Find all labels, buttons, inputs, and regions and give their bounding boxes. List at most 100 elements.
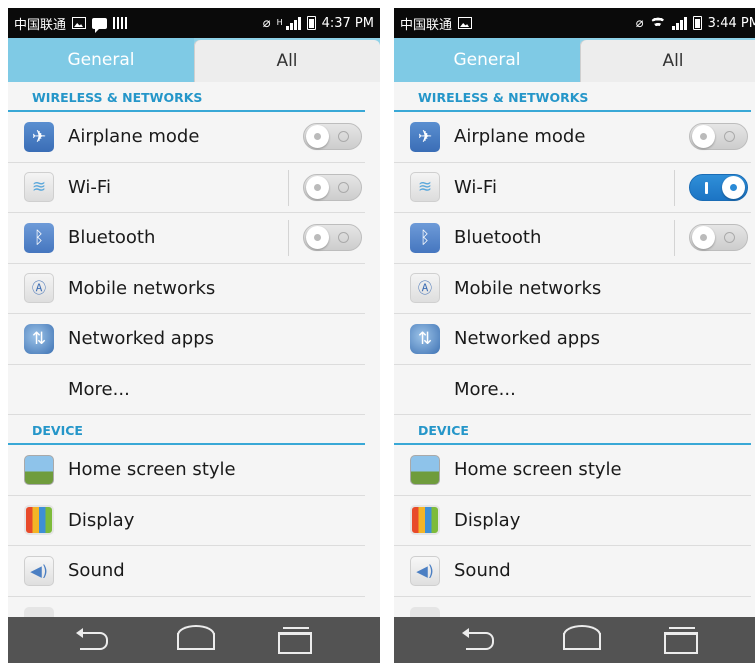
home-screen-icon bbox=[410, 454, 440, 485]
antenna-icon: Ⓐ bbox=[410, 273, 440, 304]
antenna-icon: Ⓐ bbox=[24, 273, 54, 304]
row-label: Sound bbox=[454, 560, 511, 582]
row-divider bbox=[288, 220, 289, 256]
row-label: Mobile networks bbox=[68, 277, 216, 299]
recent-apps-icon[interactable] bbox=[274, 627, 314, 654]
section-header-wireless: WIRELESS & NETWORKS bbox=[8, 82, 365, 112]
row-more[interactable]: More... bbox=[8, 365, 365, 415]
row-label: Networked apps bbox=[454, 328, 600, 350]
row-mobile-networks[interactable]: Ⓐ Mobile networks bbox=[8, 264, 365, 314]
mute-icon: ⌀ bbox=[262, 15, 271, 31]
row-home-screen-style[interactable]: Home screen style bbox=[8, 445, 365, 496]
row-wifi[interactable]: ≋ Wi-Fi bbox=[394, 163, 751, 213]
carrier-label: 中国联通 bbox=[400, 17, 453, 33]
clock: 4:37 PM bbox=[321, 15, 374, 31]
wifi-icon: ≋ bbox=[410, 172, 440, 203]
monitor-icon bbox=[410, 505, 440, 536]
navigation-bar bbox=[8, 617, 380, 663]
row-mobile-networks[interactable]: Ⓐ Mobile networks bbox=[394, 264, 751, 314]
airplane-mode-toggle[interactable] bbox=[303, 123, 362, 151]
signal-icon bbox=[671, 16, 687, 30]
row-networked-apps[interactable]: ⇅ Networked apps bbox=[8, 314, 365, 365]
row-label: Home screen style bbox=[454, 459, 622, 481]
row-divider bbox=[288, 169, 289, 206]
back-icon[interactable] bbox=[74, 628, 114, 652]
bluetooth-toggle[interactable] bbox=[303, 224, 362, 252]
home-icon[interactable] bbox=[560, 625, 601, 652]
back-icon[interactable] bbox=[460, 628, 500, 652]
globe-arrows-icon: ⇅ bbox=[410, 323, 440, 354]
row-label: Display bbox=[454, 509, 521, 531]
row-airplane-mode[interactable]: ✈ Airplane mode bbox=[8, 112, 365, 163]
row-label: Bluetooth bbox=[68, 227, 156, 249]
tab-all[interactable]: All bbox=[580, 40, 755, 82]
tab-all[interactable]: All bbox=[194, 40, 380, 82]
row-label: Networked apps bbox=[68, 328, 214, 350]
row-display[interactable]: Display bbox=[8, 496, 365, 546]
row-label: More... bbox=[454, 378, 516, 400]
recent-apps-icon[interactable] bbox=[660, 627, 700, 654]
wifi-toggle[interactable] bbox=[303, 173, 362, 201]
message-notification-icon bbox=[92, 17, 108, 33]
carrier-label: 中国联通 bbox=[14, 17, 67, 33]
monitor-icon bbox=[24, 505, 54, 536]
speaker-icon: ◀) bbox=[24, 555, 54, 586]
status-bar: 中国联通 ⌀ 3:44 PM bbox=[394, 8, 755, 38]
row-bluetooth[interactable]: ᛒ Bluetooth bbox=[8, 213, 365, 264]
comparison-stage: 中国联通 ⌀ H 4:37 PM General All WIRELESS & … bbox=[0, 0, 755, 663]
airplane-icon: ✈ bbox=[410, 121, 440, 152]
row-display[interactable]: Display bbox=[394, 496, 751, 546]
barcode-notification-icon bbox=[113, 17, 128, 29]
bluetooth-icon: ᛒ bbox=[24, 222, 54, 253]
bluetooth-icon: ᛒ bbox=[410, 222, 440, 253]
row-label: Home screen style bbox=[68, 459, 236, 481]
row-label: Bluetooth bbox=[454, 227, 542, 249]
row-more[interactable]: More... bbox=[394, 365, 751, 415]
mute-icon: ⌀ bbox=[635, 15, 644, 31]
row-bluetooth[interactable]: ᛒ Bluetooth bbox=[394, 213, 751, 264]
clock: 3:44 PM bbox=[707, 15, 755, 31]
home-screen-icon bbox=[24, 454, 54, 485]
settings-list: WIRELESS & NETWORKS ✈ Airplane mode ≋ Wi… bbox=[394, 82, 755, 647]
home-icon[interactable] bbox=[174, 625, 215, 652]
row-sound[interactable]: ◀) Sound bbox=[8, 546, 365, 597]
picture-notification-icon bbox=[458, 17, 473, 29]
section-header-device: DEVICE bbox=[394, 415, 751, 445]
row-label: Wi-Fi bbox=[68, 176, 111, 198]
wifi-status-icon bbox=[650, 17, 666, 29]
row-label: Mobile networks bbox=[454, 277, 602, 299]
settings-list: WIRELESS & NETWORKS ✈ Airplane mode ≋ Wi… bbox=[8, 82, 380, 647]
row-airplane-mode[interactable]: ✈ Airplane mode bbox=[394, 112, 751, 163]
wifi-icon: ≋ bbox=[24, 172, 54, 203]
row-divider bbox=[674, 220, 675, 256]
phone-screen-right: 中国联通 ⌀ 3:44 PM General All WIRELESS & NE… bbox=[394, 8, 755, 663]
signal-icon bbox=[285, 16, 301, 30]
row-sound[interactable]: ◀) Sound bbox=[394, 546, 751, 597]
row-wifi[interactable]: ≋ Wi-Fi bbox=[8, 163, 365, 213]
battery-icon bbox=[692, 16, 702, 30]
settings-tabs: General All bbox=[8, 38, 380, 82]
airplane-mode-toggle[interactable] bbox=[689, 123, 748, 151]
speaker-icon: ◀) bbox=[410, 555, 440, 586]
row-label: Airplane mode bbox=[454, 126, 586, 148]
status-bar: 中国联通 ⌀ H 4:37 PM bbox=[8, 8, 380, 38]
row-networked-apps[interactable]: ⇅ Networked apps bbox=[394, 314, 751, 365]
section-header-wireless: WIRELESS & NETWORKS bbox=[394, 82, 751, 112]
row-home-screen-style[interactable]: Home screen style bbox=[394, 445, 751, 496]
row-divider bbox=[674, 169, 675, 206]
tab-general[interactable]: General bbox=[394, 38, 580, 82]
network-type-indicator: H bbox=[276, 18, 283, 27]
row-label: Wi-Fi bbox=[454, 176, 497, 198]
row-label: Airplane mode bbox=[68, 126, 200, 148]
picture-notification-icon bbox=[72, 17, 87, 29]
section-header-device: DEVICE bbox=[8, 415, 365, 445]
globe-arrows-icon: ⇅ bbox=[24, 323, 54, 354]
wifi-toggle[interactable] bbox=[689, 173, 748, 201]
bluetooth-toggle[interactable] bbox=[689, 224, 748, 252]
row-label: More... bbox=[68, 378, 130, 400]
navigation-bar bbox=[394, 617, 755, 663]
tab-general[interactable]: General bbox=[8, 38, 194, 82]
battery-icon bbox=[306, 16, 316, 30]
settings-tabs: General All bbox=[394, 38, 755, 82]
airplane-icon: ✈ bbox=[24, 121, 54, 152]
